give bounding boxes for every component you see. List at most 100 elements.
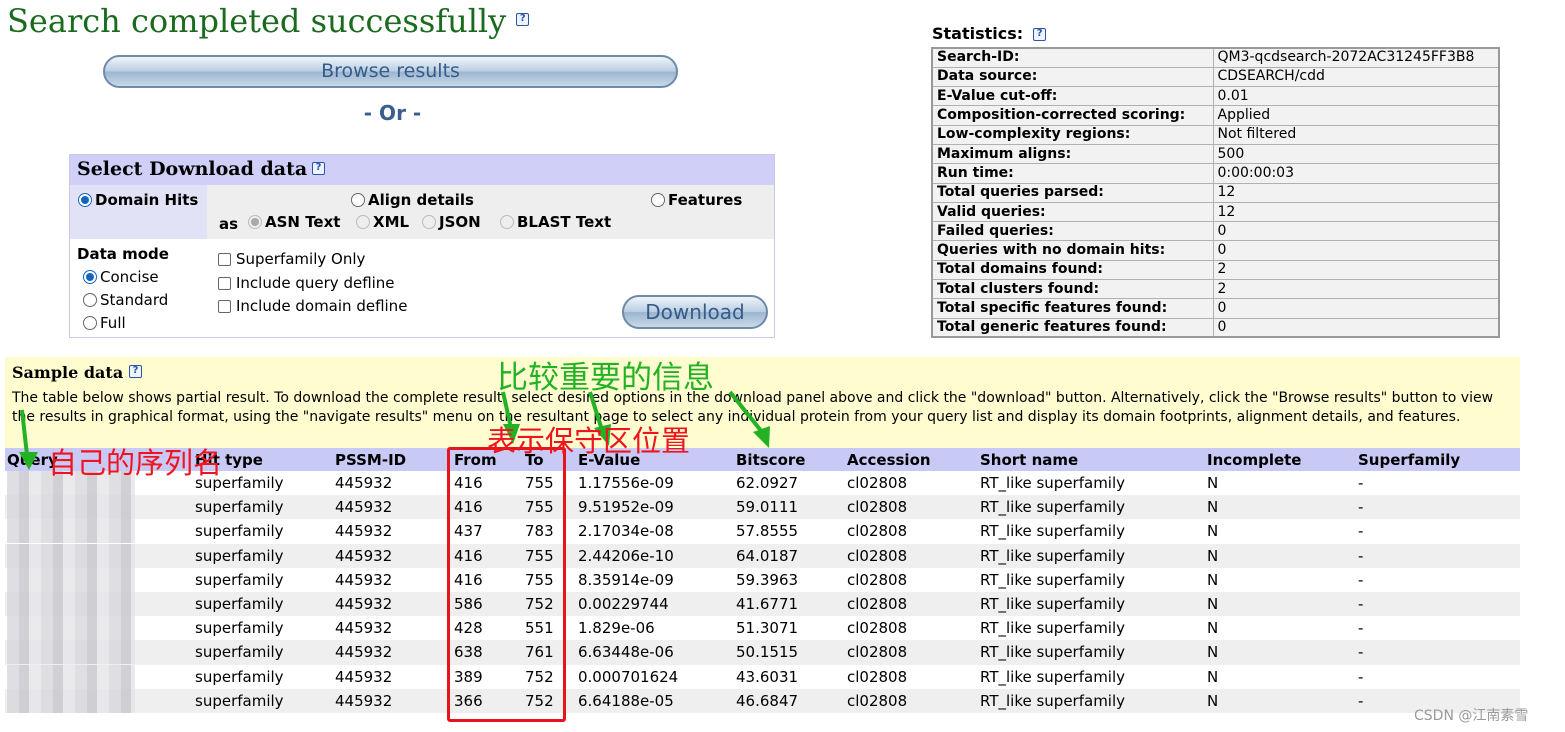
cell-bitscore: 64.0187 xyxy=(736,543,847,568)
radio-full[interactable]: Full xyxy=(83,314,126,332)
checkbox-icon[interactable] xyxy=(218,253,231,266)
cell-superfamily: - xyxy=(1358,667,1364,686)
help-icon[interactable]: ? xyxy=(516,13,530,26)
statistics-value: 0 xyxy=(1212,298,1500,319)
cell-incomplete: N xyxy=(1207,495,1358,520)
cell-superfamily: - xyxy=(1358,474,1364,493)
checkbox-icon[interactable] xyxy=(218,300,231,313)
as-label: as xyxy=(219,215,239,233)
statistics-row: Failed queries: 0 xyxy=(931,221,1500,242)
help-icon[interactable]: ? xyxy=(129,365,142,378)
download-panel-title: Select Download data xyxy=(77,158,308,180)
checkbox-icon[interactable] xyxy=(218,277,231,290)
statistics-value: 2 xyxy=(1212,279,1500,300)
cell-accession: cl02808 xyxy=(847,640,980,665)
radio-blast-text[interactable]: BLAST Text xyxy=(500,213,611,231)
cell-superfamily: - xyxy=(1358,640,1520,665)
blurred-query-name xyxy=(5,616,195,641)
radio-icon[interactable] xyxy=(651,193,665,207)
pixelated-redaction xyxy=(7,519,135,544)
radio-asn-text[interactable]: ASN Text xyxy=(248,213,340,231)
statistics-row: Total generic features found: 0 xyxy=(931,317,1500,338)
download-button[interactable]: Download xyxy=(622,295,768,329)
radio-features[interactable]: Features xyxy=(651,191,742,209)
cell-accession: cl02808 xyxy=(847,474,908,493)
cell-bitscore: 59.3963 xyxy=(736,570,799,589)
help-icon[interactable]: ? xyxy=(1033,28,1047,41)
pixelated-redaction xyxy=(7,543,135,568)
cell-pssm-id: 445932 xyxy=(335,522,393,541)
cell-e-value: 1.829e-06 xyxy=(578,619,655,638)
cell-hit-type: superfamily xyxy=(195,688,335,713)
pixelated-redaction xyxy=(7,688,135,713)
column-header-bitscore: Bitscore xyxy=(736,448,847,471)
cell-incomplete: N xyxy=(1207,667,1219,686)
cell-accession: cl02808 xyxy=(847,688,980,713)
cell-hit-type: superfamily xyxy=(195,522,284,541)
statistics-value: 0 xyxy=(1212,317,1500,338)
cell-e-value: 9.51952e-09 xyxy=(578,495,736,520)
radio-domain-hits[interactable]: Domain Hits xyxy=(78,191,198,209)
statistics-row: Data source: CDSEARCH/cdd xyxy=(931,66,1500,88)
help-icon[interactable]: ? xyxy=(312,162,325,175)
radio-xml[interactable]: XML xyxy=(356,213,409,231)
cell-accession: cl02808 xyxy=(847,522,908,541)
statistics-row: Search-ID: QM3-qcdsearch-2072AC31245FF3B8 xyxy=(931,47,1500,68)
statistics-value: 2 xyxy=(1212,259,1500,281)
cell-incomplete: N xyxy=(1207,619,1219,638)
radio-icon[interactable] xyxy=(83,316,97,330)
cell-e-value: 2.17034e-08 xyxy=(578,522,674,541)
cell-pssm-id: 445932 xyxy=(335,619,393,638)
column-header-superfamily: Superfamily xyxy=(1358,448,1520,471)
cell-short-name: RT_like superfamily xyxy=(980,619,1126,638)
blurred-query-name xyxy=(5,519,195,544)
table-row: superfamily 445932 416 755 1.17556e-09 62.092… xyxy=(5,471,1520,496)
browse-results-button[interactable]: Browse results xyxy=(103,55,678,88)
statistics-key: Low-complexity regions: xyxy=(931,124,1214,145)
statistics-row: Run time: 0:00:00:03 xyxy=(931,163,1500,184)
cell-short-name: RT_like superfamily xyxy=(980,688,1207,713)
column-header-incomplete: Incomplete xyxy=(1207,448,1358,471)
table-row: superfamily 445932 638 761 6.63448e-06 50.151… xyxy=(5,640,1520,665)
radio-checked-icon[interactable] xyxy=(83,270,97,284)
cell-hit-type: superfamily xyxy=(195,640,335,665)
radio-icon[interactable] xyxy=(351,193,365,207)
cell-accession: cl02808 xyxy=(847,591,980,617)
cell-e-value: 2.44206e-10 xyxy=(578,543,736,568)
radio-concise[interactable]: Concise xyxy=(83,268,159,286)
results-header-row: Query Hit type PSSM-ID From To E-Value Bitscor… xyxy=(5,448,1520,471)
download-panel: Select Download data ? Domain Hits Align… xyxy=(69,154,775,338)
cell-incomplete: N xyxy=(1207,522,1219,541)
cell-bitscore: 50.1515 xyxy=(736,640,847,665)
radio-json[interactable]: JSON xyxy=(422,213,481,231)
cell-incomplete: N xyxy=(1207,591,1358,617)
radio-icon[interactable] xyxy=(83,293,97,307)
statistics-table: Search-ID: QM3-qcdsearch-2072AC31245FF3B8… xyxy=(931,47,1500,339)
cell-pssm-id: 445932 xyxy=(335,570,393,589)
cell-bitscore: 46.6847 xyxy=(736,688,847,713)
cell-superfamily: - xyxy=(1358,522,1364,541)
cell-short-name: RT_like superfamily xyxy=(980,495,1207,520)
cell-superfamily: - xyxy=(1358,591,1520,617)
annotation-conserved-region: 表示保守区位置 xyxy=(487,424,691,458)
statistics-row: Low-complexity regions: Not filtered xyxy=(931,124,1500,145)
statistics-value: 12 xyxy=(1212,201,1500,223)
radio-disabled-icon xyxy=(356,215,370,229)
radio-align-details[interactable]: Align details xyxy=(351,191,474,209)
cell-accession: cl02808 xyxy=(847,570,908,589)
checkbox-include-query-defline[interactable]: Include query defline xyxy=(218,274,395,292)
statistics-value: QM3-qcdsearch-2072AC31245FF3B8 xyxy=(1212,47,1500,68)
radio-checked-icon[interactable] xyxy=(78,193,92,207)
statistics-row: Total domains found: 2 xyxy=(931,259,1500,281)
checkbox-include-domain-defline[interactable]: Include domain defline xyxy=(218,297,407,315)
blurred-query-name xyxy=(5,640,195,665)
cell-e-value: 0.000701624 xyxy=(578,667,679,686)
radio-standard[interactable]: Standard xyxy=(83,291,168,309)
cell-accession: cl02808 xyxy=(847,667,908,686)
cell-hit-type: superfamily xyxy=(195,543,335,568)
statistics-value: Not filtered xyxy=(1212,124,1500,145)
checkbox-superfamily-only[interactable]: Superfamily Only xyxy=(218,250,365,268)
cell-pssm-id: 445932 xyxy=(335,543,453,568)
statistics-title: Statistics:? xyxy=(932,24,1047,43)
cell-accession: cl02808 xyxy=(847,495,980,520)
